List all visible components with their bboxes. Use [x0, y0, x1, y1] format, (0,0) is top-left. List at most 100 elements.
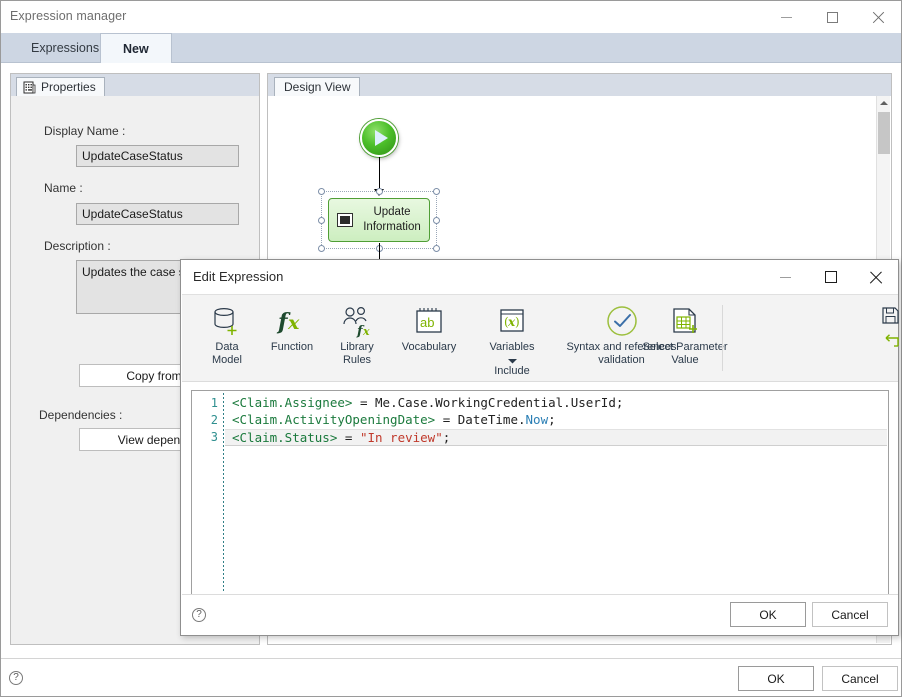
- editor-gutter: 1 2 3: [192, 391, 224, 594]
- properties-icon: [23, 81, 36, 94]
- code-line-3[interactable]: <Claim.Status> = "In review";: [225, 429, 887, 446]
- display-name-input[interactable]: UpdateCaseStatus: [76, 145, 239, 167]
- code-line-1[interactable]: <Claim.Assignee> = Me.Case.WorkingCreden…: [232, 395, 623, 410]
- code-token: <Claim.ActivityOpeningDate>: [232, 412, 436, 427]
- maximize-button[interactable]: [809, 1, 855, 33]
- window-title: Expression manager: [10, 9, 127, 23]
- code-token: ;: [442, 430, 451, 445]
- ribbon-include-group-label: Include: [494, 365, 530, 377]
- undo-icon: [881, 333, 899, 353]
- ribbon-library-rules-button[interactable]: f x Library Rules: [326, 301, 388, 367]
- svg-text:x: x: [362, 325, 370, 338]
- properties-tabbar: Properties: [11, 74, 259, 96]
- dialog-help-icon[interactable]: ?: [192, 608, 206, 622]
- connector-start-to-task: [379, 157, 380, 191]
- start-node[interactable]: [360, 119, 398, 157]
- tab-design-view[interactable]: Design View: [274, 77, 361, 96]
- dialog-maximize-button[interactable]: [808, 260, 853, 294]
- ribbon-library-rules-line1: Library: [340, 341, 374, 353]
- variable-x-icon: ( x ): [495, 301, 529, 341]
- code-token: Me: [375, 395, 391, 410]
- window-titlebar: Expression manager: [1, 1, 901, 33]
- code-token: =: [352, 395, 375, 410]
- code-token: Now: [525, 412, 549, 427]
- main-ok-button[interactable]: OK: [738, 666, 814, 691]
- edit-expression-dialog: Edit Expression Data Model f x Function …: [180, 259, 899, 636]
- code-token: ;: [615, 395, 624, 410]
- update-information-node[interactable]: Update Information: [328, 198, 430, 242]
- task-node-label: Update Information: [357, 205, 427, 235]
- svg-text:ab: ab: [420, 315, 434, 330]
- resize-handle-sw[interactable]: [318, 245, 325, 252]
- scroll-up-arrow[interactable]: [877, 96, 891, 110]
- ribbon-separator-1: [722, 305, 723, 371]
- dependencies-label: Dependencies :: [39, 408, 123, 422]
- name-label: Name :: [44, 181, 83, 195]
- ribbon-syntax-validation-button[interactable]: Syntax and references validation: [544, 301, 699, 367]
- dialog-window-controls: [763, 260, 898, 294]
- code-token: =: [337, 430, 360, 445]
- check-circle-icon: [604, 301, 640, 341]
- code-token: UserId: [570, 395, 616, 410]
- ribbon-variables-button[interactable]: ( x ) Variables: [470, 301, 554, 368]
- dialog-cancel-button[interactable]: Cancel: [812, 602, 888, 627]
- dialog-minimize-button[interactable]: [763, 260, 808, 294]
- code-token: ;: [548, 412, 556, 427]
- people-fx-icon: f x: [340, 301, 374, 341]
- window-controls: [763, 1, 901, 33]
- resize-handle-nw[interactable]: [318, 188, 325, 195]
- ribbon-data-model-button[interactable]: Data Model: [196, 301, 258, 367]
- gutter-divider: [223, 393, 224, 592]
- svg-text:x: x: [287, 312, 300, 334]
- task-node-label-line2: Information: [363, 221, 421, 233]
- ribbon-variables-line1: Variables: [489, 341, 535, 353]
- tab-properties[interactable]: Properties: [16, 77, 105, 96]
- save-icon: [881, 307, 899, 329]
- minimize-button[interactable]: [763, 1, 809, 33]
- ribbon-syntax-validation-line2: validation: [598, 354, 645, 366]
- ribbon-vocabulary-line1: Vocabulary: [401, 341, 457, 353]
- database-plus-icon: [210, 301, 244, 341]
- ribbon-library-rules-line2: Rules: [342, 354, 372, 366]
- task-node-label-line1: Update: [373, 206, 411, 218]
- ribbon-function-line1: Function: [270, 341, 314, 353]
- ribbon-syntax-validation-line1: Syntax and references: [566, 341, 677, 353]
- name-input[interactable]: UpdateCaseStatus: [76, 203, 239, 225]
- resize-handle-ne[interactable]: [433, 188, 440, 195]
- dialog-ribbon: Data Model f x Function f x Library Rule…: [182, 294, 901, 382]
- fx-icon: f x: [275, 301, 309, 341]
- code-token: =: [435, 412, 458, 427]
- ribbon-data-model-line1: Data: [215, 341, 239, 353]
- close-button[interactable]: [855, 1, 901, 33]
- main-cancel-button[interactable]: Cancel: [822, 666, 898, 691]
- main-tabstrip: Expressions New: [1, 33, 901, 64]
- ribbon-function-button[interactable]: f x Function: [261, 301, 323, 354]
- tab-new[interactable]: New: [100, 33, 172, 64]
- design-view-tabbar: Design View: [268, 74, 891, 96]
- resize-handle-w[interactable]: [318, 217, 325, 224]
- dialog-close-button[interactable]: [853, 260, 898, 294]
- dialog-ok-button[interactable]: OK: [730, 602, 806, 627]
- help-icon[interactable]: ?: [9, 671, 23, 685]
- ribbon-vocabulary-button[interactable]: ab Vocabulary: [390, 301, 468, 354]
- code-token: "In review": [359, 430, 443, 445]
- dialog-footer: ? OK Cancel: [182, 594, 898, 634]
- resize-handle-n[interactable]: [376, 188, 383, 195]
- properties-tab-label: Properties: [41, 80, 96, 94]
- resize-handle-se[interactable]: [433, 245, 440, 252]
- scrollbar-thumb[interactable]: [878, 112, 890, 154]
- svg-text:): ): [515, 315, 520, 329]
- expression-editor[interactable]: 1 2 3 <Claim.Assignee> = Me.Case.Working…: [191, 390, 889, 595]
- save-button[interactable]: [879, 307, 901, 329]
- code-token: DateTime.: [457, 412, 526, 427]
- resize-handle-e[interactable]: [433, 217, 440, 224]
- display-name-label: Display Name :: [44, 124, 126, 138]
- code-token: <Claim.Status>: [232, 430, 338, 445]
- code-token: .Case.WorkingCredential.: [390, 395, 571, 410]
- undo-button[interactable]: [879, 333, 901, 353]
- expression-manager-window: Expression manager Expressions New Prope…: [0, 0, 902, 697]
- code-line-2[interactable]: <Claim.ActivityOpeningDate> = DateTime.N…: [232, 412, 556, 427]
- dialog-titlebar: Edit Expression: [181, 260, 898, 294]
- ribbon-format-group-label: Format: [872, 365, 902, 377]
- ab-notebook-icon: ab: [412, 301, 446, 341]
